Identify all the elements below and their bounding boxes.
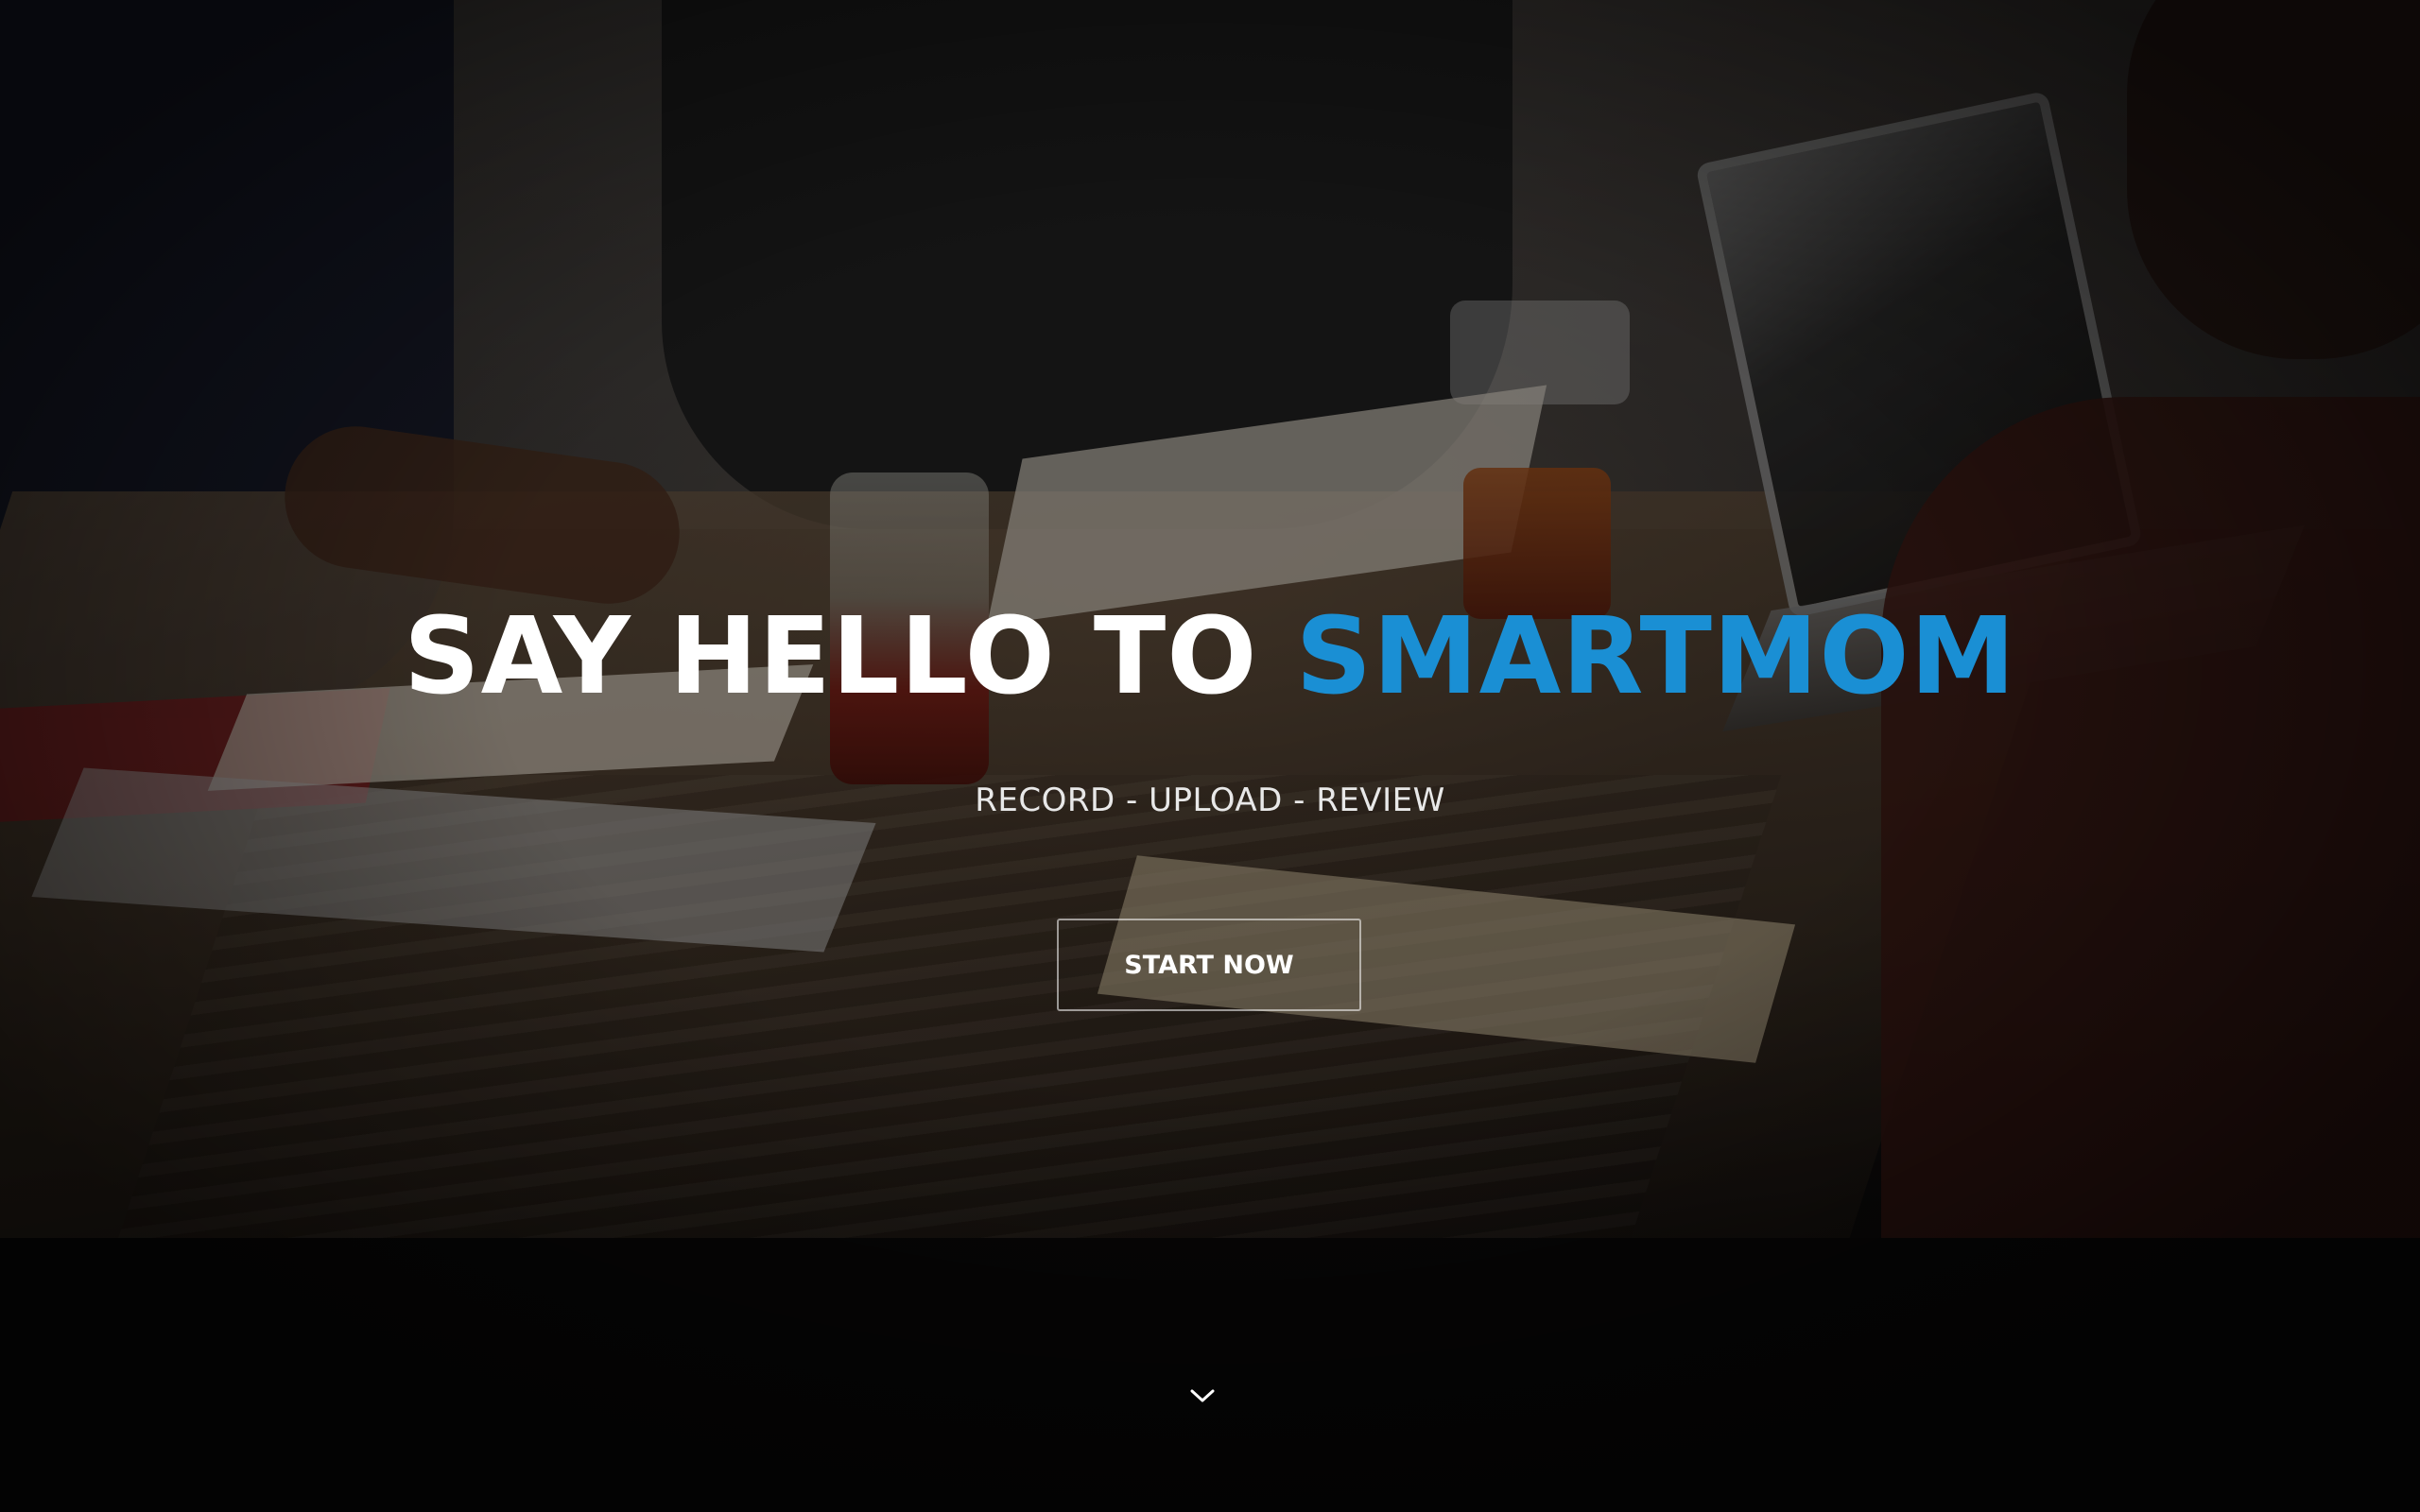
hero-section: SAY HELLO TO SMARTMOM RECORD - UPLOAD - … [0,0,2420,1512]
hero-tagline: RECORD - UPLOAD - REVIEW [975,782,1445,819]
chevron-down-icon [1190,1389,1215,1402]
start-now-button[interactable]: START NOW [1057,919,1361,1011]
hero-headline: SAY HELLO TO SMARTMOM [0,586,2420,728]
headline-brand: SMARTMOM [1295,595,2017,718]
hero-content: SAY HELLO TO SMARTMOM RECORD - UPLOAD - … [0,0,2420,1512]
scroll-down-button[interactable] [1184,1382,1221,1410]
headline-prefix: SAY HELLO TO [403,595,1296,718]
